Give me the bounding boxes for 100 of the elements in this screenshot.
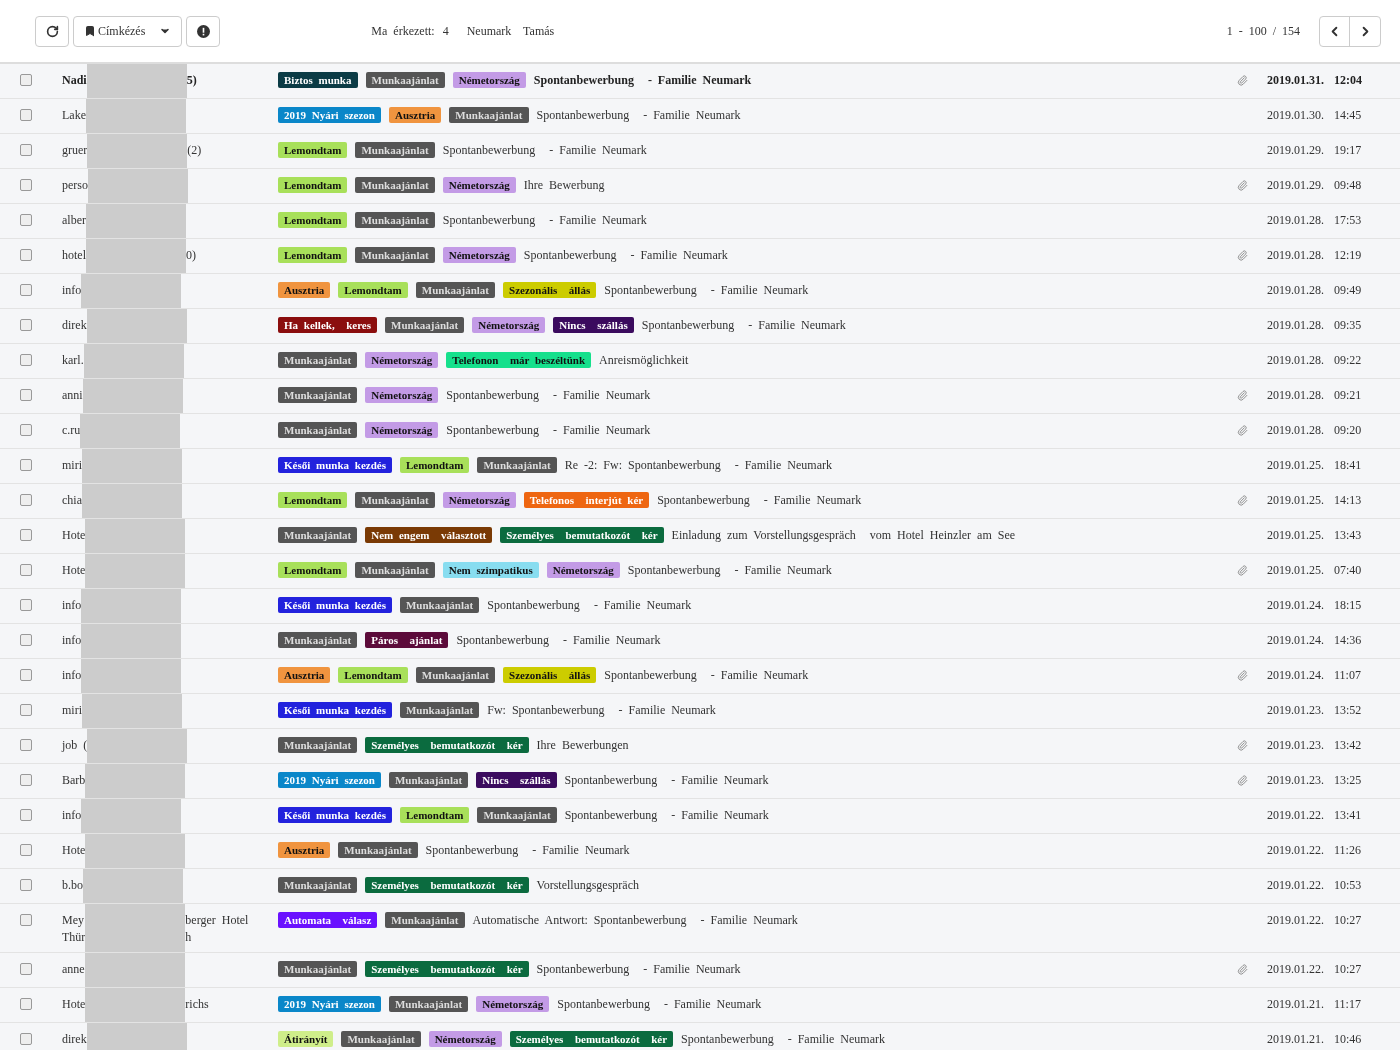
row-checkbox[interactable] [20, 844, 32, 856]
time-text: 09:20 [1334, 422, 1362, 439]
row-checkbox[interactable] [20, 704, 32, 716]
message-row[interactable]: info Ausztria Lemondtam Munkaajánlat Szezonális állás Spontanbewerbung - Familie Neumark 2019.01.24. 11:07 [0, 659, 1400, 694]
row-checkbox[interactable] [20, 179, 32, 191]
row-checkbox[interactable] [20, 914, 32, 926]
subject-text: Ihre Bewerbung [523, 177, 605, 194]
message-row[interactable]: Hote Ausztria Munkaajánlat Spontanbewerbung - Familie Neumark 2019.01.22. 11:26 [0, 834, 1400, 869]
row-checkbox[interactable] [20, 74, 32, 86]
row-checkbox[interactable] [20, 319, 32, 331]
label-tag: Munkaajánlat [278, 387, 358, 403]
message-row[interactable]: alber Lemondtam Munkaajánlat Spontanbewerbung - Familie Neumark 2019.01.28. 17:53 [0, 204, 1400, 239]
row-checkbox[interactable] [20, 284, 32, 296]
row-checkbox[interactable] [20, 963, 32, 975]
label-tag: Telefonos interjút kér [523, 492, 650, 508]
label-tag: Lemondtam [278, 212, 348, 228]
row-checkbox[interactable] [20, 599, 32, 611]
label-tag: Lemondtam [399, 807, 470, 823]
message-row[interactable]: job ( Munkaajánlat Személyes bemutatkozót kér Ihre Bewerbungen 2019.01.23. 13:42 [0, 729, 1400, 764]
row-checkbox[interactable] [20, 998, 32, 1010]
time-text: 10:27 [1334, 912, 1362, 929]
row-checkbox[interactable] [20, 109, 32, 121]
message-row[interactable]: direk Átirányít Munkaajánlat Németország Személyes bemutatkozót kér Spontanbewerbung - Familie Neumark 2019.01.21. 10:46 [0, 1023, 1400, 1050]
row-checkbox[interactable] [20, 354, 32, 366]
time-text: 19:17 [1334, 142, 1362, 159]
row-checkbox[interactable] [20, 494, 32, 506]
message-row[interactable]: miri Késői munka kezdés Lemondtam Munkaajánlat Re -2: Fw: Spontanbewerbung - Familie Neumark 2019.01.25. 18:41 [0, 449, 1400, 484]
label-tag: Ausztria [278, 842, 331, 858]
subject-text: Spontanbewerbung [456, 632, 550, 649]
message-row[interactable]: info Késői munka kezdés Lemondtam Munkaajánlat Spontanbewerbung - Familie Neumark 2019.01.22. 13:41 [0, 799, 1400, 834]
message-row[interactable]: b.bo Munkaajánlat Személyes bemutatkozót kér Vorstellungsgespräch 2019.01.22. 10:53 [0, 869, 1400, 904]
subject-text: Spontanbewerbung [557, 996, 650, 1013]
message-row[interactable]: info Munkaajánlat Páros ajánlat Spontanbewerbung - Familie Neumark 2019.01.24. 14:36 [0, 624, 1400, 659]
arrived-count: 4 [442, 23, 449, 40]
row-checkbox[interactable] [20, 424, 32, 436]
message-row[interactable]: karl. Munkaajánlat Németország Telefonon már beszéltünk Anreismöglichkeit 2019.01.28. 09:22 [0, 344, 1400, 379]
preview-text: - Familie Neumark [630, 247, 728, 264]
subject-text: Automatische Antwort: Spontanbewerbung [472, 912, 687, 929]
message-row[interactable]: gruer (2) Lemondtam Munkaajánlat Spontanbewerbung - Familie Neumark 2019.01.29. 19:17 [0, 134, 1400, 169]
time-text: 11:17 [1334, 996, 1361, 1013]
label-tag: Személyes bemutatkozót kér [365, 961, 529, 977]
date-text: 2019.01.25. [1267, 527, 1324, 544]
message-row[interactable]: Nadi 5) Biztos munka Munkaajánlat Németország Spontanbewerbung - Familie Neumark 2019.01.31. 12:04 [0, 64, 1400, 99]
report-button[interactable] [186, 15, 221, 47]
message-row[interactable]: miri Késői munka kezdés Munkaajánlat Fw: Spontanbewerbung - Familie Neumark 2019.01.23. 13:52 [0, 694, 1400, 729]
message-row[interactable]: Hote richs 2019 Nyári szezon Munkaajánlat Németország Spontanbewerbung - Familie Neumark 2019.01.21. 11:17 [0, 988, 1400, 1023]
row-checkbox[interactable] [20, 809, 32, 821]
paperclip-icon [1236, 425, 1248, 436]
date-text: 2019.01.23. [1267, 772, 1324, 789]
time-text: 13:41 [1334, 807, 1362, 824]
message-row[interactable]: c.ru Munkaajánlat Németország Spontanbewerbung - Familie Neumark 2019.01.28. 09:20 [0, 414, 1400, 449]
paperclip-icon [1236, 180, 1248, 191]
row-checkbox[interactable] [20, 459, 32, 471]
message-row[interactable]: Lake 2019 Nyári szezon Ausztria Munkaajánlat Spontanbewerbung - Familie Neumark 2019.01.30. 14:45 [0, 99, 1400, 134]
label-tag: Németország [452, 72, 526, 88]
row-checkbox[interactable] [20, 529, 32, 541]
message-row[interactable]: Mey Thür berger Hotel h Automata válasz Munkaajánlat Automatische Antwort: Spontanbewerbung - Familie Neumark 2019.01.22. 10:27 [0, 904, 1400, 953]
message-row[interactable]: perso Lemondtam Munkaajánlat Németország Ihre Bewerbung 2019.01.29. 09:48 [0, 169, 1400, 204]
date-text: 2019.01.28. [1267, 352, 1324, 369]
paperclip-icon [1236, 250, 1248, 261]
row-checkbox[interactable] [20, 249, 32, 261]
row-checkbox[interactable] [20, 389, 32, 401]
message-row[interactable]: chia Lemondtam Munkaajánlat Németország Telefonos interjút kér Spontanbewerbung - Familie Neumark 2019.01.25. 14:13 [0, 484, 1400, 519]
label-tag: Átirányít [278, 1031, 334, 1047]
refresh-button[interactable] [35, 15, 69, 47]
label-tag: Munkaajánlat [341, 1031, 421, 1047]
message-row[interactable]: hotel 0) Lemondtam Munkaajánlat Németország Spontanbewerbung - Familie Neumark 2019.01.28. 12:19 [0, 239, 1400, 274]
time-text: 09:21 [1334, 387, 1362, 404]
label-tag: Németország [546, 562, 620, 578]
message-row[interactable]: anne Munkaajánlat Személyes bemutatkozót kér Spontanbewerbung - Familie Neumark 2019.01.22. 10:27 [0, 953, 1400, 988]
message-row[interactable]: Hote Lemondtam Munkaajánlat Nem szimpatikus Németország Spontanbewerbung - Familie Neumark 2019.01.25. 07:40 [0, 554, 1400, 589]
label-tag: Ausztria [278, 282, 331, 298]
label-tag: Németország [365, 387, 439, 403]
row-checkbox[interactable] [20, 774, 32, 786]
row-checkbox[interactable] [20, 879, 32, 891]
message-row[interactable]: Barb 2019 Nyári szezon Munkaajánlat Nincs szállás Spontanbewerbung - Familie Neumark 2019.01.23. 13:25 [0, 764, 1400, 799]
paperclip-icon [1236, 75, 1248, 86]
row-checkbox[interactable] [20, 564, 32, 576]
row-checkbox[interactable] [20, 634, 32, 646]
label-tag: Telefonon már beszéltünk [446, 352, 592, 368]
row-checkbox[interactable] [20, 144, 32, 156]
label-tag: Nincs szállás [553, 317, 634, 333]
label-tag: Automata válasz [278, 912, 378, 928]
message-row[interactable]: anni Munkaajánlat Németország Spontanbewerbung - Familie Neumark 2019.01.28. 09:21 [0, 379, 1400, 414]
message-row[interactable]: info Késői munka kezdés Munkaajánlat Spontanbewerbung - Familie Neumark 2019.01.24. 18:15 [0, 589, 1400, 624]
row-checkbox[interactable] [20, 669, 32, 681]
time-text: 13:52 [1334, 702, 1362, 719]
message-row[interactable]: Hote Munkaajánlat Nem engem választott Személyes bemutatkozót kér Einladung zum Vorstellungsgespräch vom Hotel Heinzler am See 2019.01.25. 13:43 [0, 519, 1400, 554]
row-checkbox[interactable] [20, 214, 32, 226]
message-row[interactable]: direk Ha kellek, keres Munkaajánlat Németország Nincs szállás Spontanbewerbung - Familie Neumark 2019.01.28. 09:35 [0, 309, 1400, 344]
row-checkbox[interactable] [20, 739, 32, 751]
time-text: 13:42 [1334, 737, 1362, 754]
label-tag: Németország [442, 177, 516, 193]
label-dropdown-button[interactable]: Címkézés [73, 15, 183, 47]
sender-end: 5) [186, 72, 197, 89]
message-row[interactable]: info Ausztria Lemondtam Munkaajánlat Szezonális állás Spontanbewerbung - Familie Neumark 2019.01.28. 09:49 [0, 274, 1400, 309]
date-text: 2019.01.24. [1267, 667, 1324, 684]
row-checkbox[interactable] [20, 1033, 32, 1045]
label-tag: Munkaajánlat [355, 247, 435, 263]
subject-text: Spontanbewerbung [657, 492, 750, 509]
